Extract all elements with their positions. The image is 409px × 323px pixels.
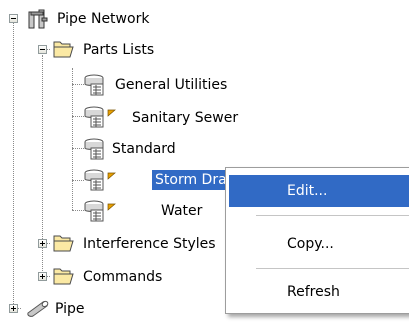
menu-separator [256, 215, 409, 216]
collapse-toggle-icon[interactable] [38, 45, 47, 54]
tree-item-label: Sanitary Sewer [132, 110, 239, 126]
context-menu: Edit... Copy... Refresh [225, 167, 409, 314]
menu-item-copy[interactable]: Copy... [229, 228, 409, 260]
tree-item-label: Pipe [55, 301, 85, 317]
parts-list-icon [82, 168, 106, 196]
tree-item-water[interactable]: Water [0, 196, 240, 226]
tree-item-standard[interactable]: Standard [0, 134, 200, 164]
expand-toggle-icon[interactable] [9, 304, 18, 313]
tree-item-pipe-network[interactable]: Pipe Network [0, 4, 200, 34]
tree-item-label: General Utilities [115, 77, 228, 93]
tree-item-parts-lists[interactable]: Parts Lists [0, 36, 200, 66]
tree-item-label: Water [161, 203, 203, 219]
open-folder-icon [53, 39, 75, 63]
parts-list-icon [82, 199, 106, 227]
parts-list-icon [82, 73, 106, 101]
tree-item-label: Parts Lists [83, 42, 155, 58]
open-folder-icon [53, 266, 75, 290]
style-flag-icon [107, 168, 116, 184]
parts-list-icon [82, 137, 106, 165]
style-flag-icon [107, 199, 116, 215]
tree-item-commands[interactable]: Commands [0, 261, 220, 291]
tree-item-label: Interference Styles [83, 236, 216, 252]
pipe-network-icon [27, 8, 49, 34]
style-flag-icon [107, 105, 116, 121]
open-folder-icon [53, 233, 75, 257]
menu-item-refresh[interactable]: Refresh [229, 276, 409, 308]
menu-separator [256, 268, 409, 269]
tree-item-general-utilities[interactable]: General Utilities [0, 70, 260, 100]
tree-item-interference-styles[interactable]: Interference Styles [0, 228, 225, 258]
expand-toggle-icon[interactable] [38, 272, 47, 281]
expand-toggle-icon[interactable] [38, 239, 47, 248]
tree-item-sanitary-sewer[interactable]: Sanitary Sewer [0, 102, 290, 132]
tree-item-label: Commands [83, 269, 163, 285]
menu-item-edit[interactable]: Edit... [229, 175, 409, 207]
tree-item-pipe[interactable]: Pipe [0, 293, 200, 323]
tree-item-label: Standard [112, 141, 176, 157]
parts-list-icon [82, 105, 106, 133]
pipe-icon [25, 298, 51, 322]
tree-item-label: Pipe Network [57, 11, 150, 27]
collapse-toggle-icon[interactable] [9, 14, 18, 23]
